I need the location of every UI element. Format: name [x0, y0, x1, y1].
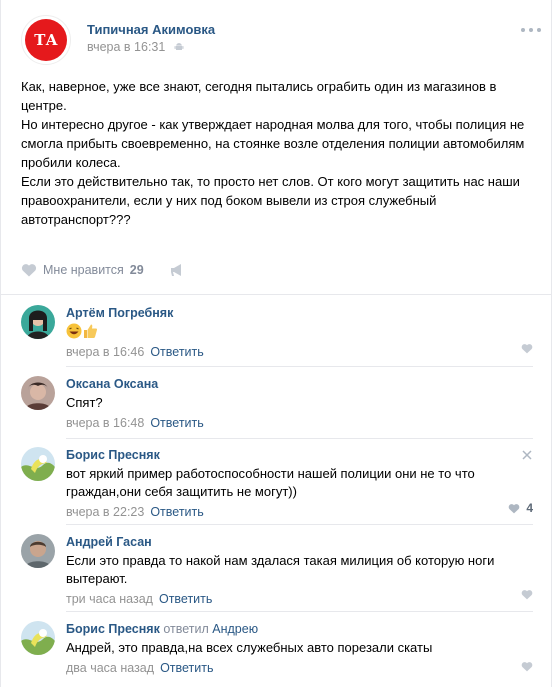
divider — [66, 524, 533, 525]
post-paragraph: Но интересно другое - как утверждает нар… — [21, 117, 525, 170]
post-header: ТА Типичная Акимовка вчера в 16:31 — [21, 15, 541, 65]
avatar[interactable] — [21, 447, 55, 481]
heart-icon — [521, 590, 533, 600]
comment-like-button[interactable]: 4 — [508, 501, 533, 515]
close-icon[interactable] — [521, 449, 533, 461]
comment-body: Артём Погребняк вчера в 16:46 Ответить — [66, 305, 536, 360]
divider — [1, 294, 552, 295]
comment-author-name[interactable]: Борис Пресняк — [66, 622, 160, 636]
comment-author: Борис Пресняк ответил Андрею — [66, 621, 536, 637]
comment-text — [66, 323, 536, 341]
post-paragraph: Если это действительно так, то просто не… — [21, 174, 520, 227]
comment-item: Борис Пресняк вот яркий пример работоспо… — [21, 447, 536, 520]
comment-meta: вчера в 16:46 Ответить — [66, 344, 536, 360]
comment-author[interactable]: Борис Пресняк — [66, 447, 536, 463]
android-icon — [174, 43, 184, 50]
divider — [66, 366, 533, 367]
comment-body: Борис Пресняк вот яркий пример работоспо… — [66, 447, 536, 520]
wall-post: ТА Типичная Акимовка вчера в 16:31 Как, … — [0, 0, 552, 687]
reply-button[interactable]: Ответить — [150, 416, 203, 430]
comment-item: Артём Погребняк вчера в 16:46 Ответить — [21, 305, 533, 360]
avatar[interactable] — [21, 376, 55, 410]
megaphone-icon[interactable] — [169, 262, 185, 278]
comment-meta: вчера в 16:48 Ответить — [66, 415, 536, 431]
reply-to-name[interactable]: Андрею — [212, 622, 258, 636]
heart-icon — [509, 503, 520, 513]
like-button[interactable]: Мне нравится 29 — [21, 261, 144, 279]
comment-time[interactable]: три часа назад — [66, 592, 153, 606]
comment-text: Андрей, это правда,на всех служебных авт… — [66, 640, 433, 655]
heart-icon — [21, 264, 37, 277]
comment-body: Андрей Гасан Если это правда то накой на… — [66, 534, 536, 607]
comment-like-count: 4 — [526, 501, 533, 515]
heart-icon — [521, 662, 533, 672]
comment-author[interactable]: Артём Погребняк — [66, 305, 536, 321]
comment-meta: вчера в 22:23 Ответить — [66, 504, 536, 520]
avatar[interactable] — [21, 305, 55, 339]
grinning-face-emoji — [66, 323, 82, 339]
reply-button[interactable]: Ответить — [150, 345, 203, 359]
comment-item: Оксана Оксана Спят? вчера в 16:48 Ответит… — [21, 376, 533, 431]
heart-icon — [521, 344, 533, 354]
comment-item: Андрей Гасан Если это правда то накой на… — [21, 534, 536, 607]
comment-author[interactable]: Оксана Оксана — [66, 376, 536, 392]
reply-button[interactable]: Ответить — [159, 592, 212, 606]
comment-meta: два часа назад Ответить — [66, 660, 536, 676]
like-label: Мне нравится — [43, 263, 124, 277]
avatar[interactable] — [21, 621, 55, 655]
comment-like-button[interactable] — [521, 589, 533, 600]
post-text: Как, наверное, уже все знают, сегодня пы… — [21, 77, 536, 229]
reply-button[interactable]: Ответить — [150, 505, 203, 519]
post-time-text[interactable]: вчера в 16:31 — [87, 40, 165, 54]
post-author[interactable]: Типичная Акимовка — [87, 22, 215, 37]
divider — [66, 438, 533, 439]
comment-text: вот яркий пример работоспособности нашей… — [66, 466, 475, 499]
like-count: 29 — [129, 263, 144, 277]
comment-time[interactable]: вчера в 16:48 — [66, 416, 144, 430]
comment-body: Борис Пресняк ответил Андрею Андрей, это… — [66, 621, 536, 676]
comment-time[interactable]: вчера в 22:23 — [66, 505, 144, 519]
comment-text: Спят? — [66, 395, 103, 410]
post-time[interactable]: вчера в 16:31 — [87, 40, 184, 54]
divider — [66, 611, 533, 612]
comment-text: Если это правда то накой нам здалася так… — [66, 553, 495, 586]
comment-body: Оксана Оксана Спят? вчера в 16:48 Ответит… — [66, 376, 536, 431]
comment-time[interactable]: два часа назад — [66, 661, 154, 675]
thumbs-up-emoji — [84, 324, 98, 338]
comment-like-button[interactable] — [521, 661, 533, 672]
avatar[interactable] — [21, 534, 55, 568]
reply-button[interactable]: Ответить — [160, 661, 213, 675]
community-avatar[interactable]: ТА — [21, 15, 71, 65]
post-paragraph: Как, наверное, уже все знают, сегодня пы… — [21, 79, 497, 113]
comment-meta: три часа назад Ответить — [66, 591, 536, 607]
comment-item: Борис Пресняк ответил Андрею Андрей, это… — [21, 621, 533, 681]
comment-time[interactable]: вчера в 16:46 — [66, 345, 144, 359]
comment-author[interactable]: Андрей Гасан — [66, 534, 536, 550]
reply-to-label: ответил — [163, 622, 209, 636]
more-icon[interactable] — [521, 27, 541, 33]
comment-like-button[interactable] — [521, 343, 533, 354]
post-actions: Мне нравится 29 — [21, 258, 533, 282]
community-logo: ТА — [25, 19, 67, 61]
